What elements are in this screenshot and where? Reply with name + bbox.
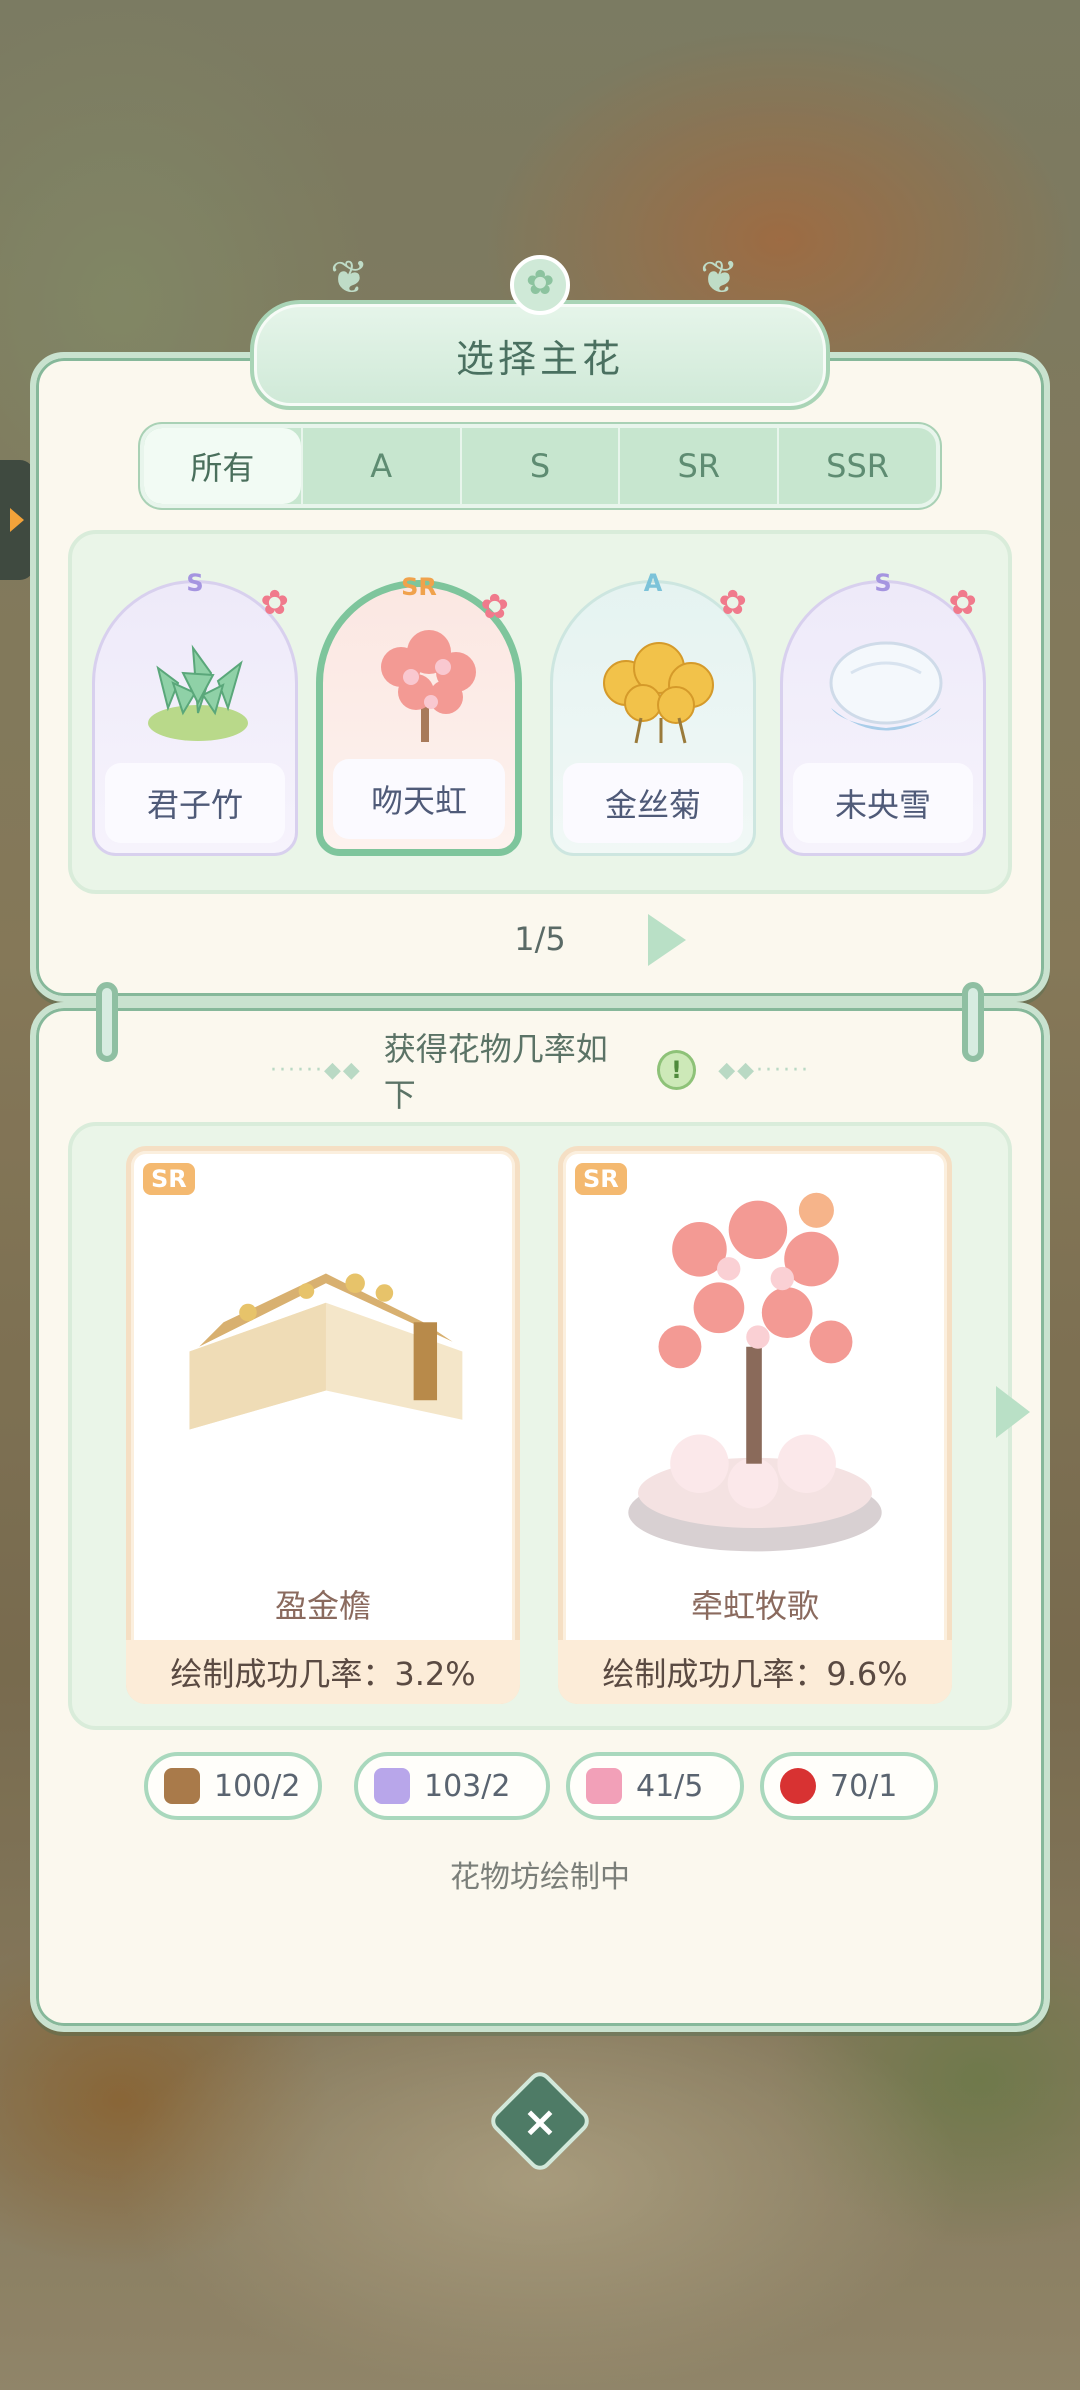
brown-paint-tube-icon <box>164 1768 200 1804</box>
flower-name: 金丝菊 <box>563 763 743 843</box>
flower-name: 君子竹 <box>105 763 285 843</box>
tab-a[interactable]: A <box>300 428 460 504</box>
result-name: 盈金檐 <box>274 1587 371 1625</box>
resource-chip-pink-paint: 41/5 <box>566 1752 744 1820</box>
dialog-title-plate: 选择主花 <box>250 300 830 410</box>
leaf-ornament-icon: ❦ <box>700 250 739 304</box>
resource-count: 100/2 <box>214 1768 301 1804</box>
flower-name: 未央雪 <box>793 763 973 843</box>
tab-s[interactable]: S <box>459 428 619 504</box>
rarity-badge: S <box>874 569 892 597</box>
bamboo-succulent-icon <box>148 644 248 741</box>
balloon-tree-sheep-icon <box>628 1192 882 1552</box>
rarity-badge: SR <box>401 573 437 601</box>
next-result-arrow-icon[interactable] <box>996 1386 1030 1438</box>
divider-dots: ◆◆······ <box>718 1057 810 1083</box>
rarity-badge: S <box>186 569 204 597</box>
flower-name: 吻天虹 <box>333 759 505 839</box>
tab-ssr[interactable]: SSR <box>777 428 936 504</box>
success-rate: 绘制成功几率：9.6% <box>558 1640 952 1704</box>
info-icon[interactable]: ! <box>656 1050 697 1090</box>
close-icon: × <box>522 2096 558 2146</box>
result-name: 牵虹牧歌 <box>690 1587 819 1625</box>
result-card-yingjinyan[interactable]: SR 盈金檐 绘制成功几率：3.2% <box>126 1146 520 1704</box>
leaf-ornament-icon: ❦ <box>330 250 369 304</box>
panel-hook <box>962 982 984 1062</box>
flower-card-jinsiju[interactable]: A ✿ 金丝菊 <box>550 569 756 856</box>
tab-sr[interactable]: SR <box>618 428 777 504</box>
flower-pin-icon: ✿ <box>260 583 290 623</box>
balloon-tree-icon <box>381 630 476 742</box>
workshop-status: 花物坊绘制中 <box>450 1860 630 1895</box>
resource-chip-brown-paint: 100/2 <box>144 1752 322 1820</box>
resource-chip-red-potion: 70/1 <box>760 1752 938 1820</box>
result-card-qianhongmuge[interactable]: SR 牵虹牧歌 绘制成功几率：9.6% <box>558 1146 952 1704</box>
tab-all[interactable]: 所有 <box>144 428 301 504</box>
rarity-filter-tabs: 所有 A S SR SSR <box>140 424 940 508</box>
flower-pin-icon: ✿ <box>948 583 978 623</box>
panel-hook <box>96 982 118 1062</box>
flower-card-weiyangxue[interactable]: S ✿ 未央雪 <box>780 569 986 856</box>
flower-pin-icon: ✿ <box>718 583 748 623</box>
pink-paint-tube-icon <box>586 1768 622 1804</box>
resource-count: 70/1 <box>830 1768 898 1804</box>
resource-count: 103/2 <box>424 1768 511 1804</box>
next-page-arrow-icon[interactable] <box>648 914 686 966</box>
red-potion-jar-icon <box>780 1768 816 1804</box>
resource-count: 41/5 <box>636 1768 704 1804</box>
divider-dots: ······◆◆ <box>270 1057 362 1083</box>
success-rate: 绘制成功几率：3.2% <box>126 1640 520 1704</box>
resource-chip-purple-paint: 103/2 <box>354 1752 550 1820</box>
dialog-title: 选择主花 <box>455 336 624 381</box>
purple-paint-tube-icon <box>374 1768 410 1804</box>
golden-chrysanthemum-icon <box>603 642 714 744</box>
flower-emblem-icon <box>510 255 570 315</box>
probability-title: 获得花物几率如下 <box>383 1030 608 1114</box>
flower-card-junzizhu[interactable]: S ✿ 君子竹 <box>92 569 298 856</box>
page-indicator: 1/5 <box>514 920 566 958</box>
golden-eaves-icon <box>189 1273 463 1430</box>
probability-header: ······◆◆ 获得花物几率如下 ! ◆◆······ <box>270 1030 810 1114</box>
snow-flower-icon <box>829 641 943 731</box>
rarity-badge: A <box>643 569 663 597</box>
expand-arrow-icon <box>10 508 24 532</box>
side-drawer-tab[interactable] <box>0 460 34 580</box>
flower-pin-icon: ✿ <box>480 587 510 627</box>
flower-card-wentianhong[interactable]: SR ✿ 吻天虹 <box>316 573 522 856</box>
